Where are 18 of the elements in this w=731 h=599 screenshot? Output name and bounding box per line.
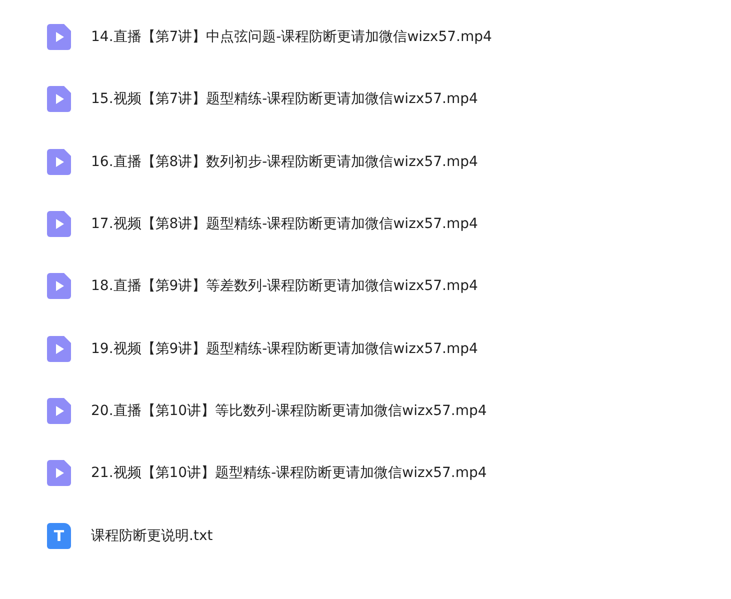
file-name[interactable]: 课程防断更说明.txt — [91, 526, 213, 545]
video-file-icon — [47, 336, 71, 362]
file-name[interactable]: 20.直播【第10讲】等比数列-课程防断更请加微信wizx57.mp4 — [91, 402, 487, 420]
file-name[interactable]: 21.视频【第10讲】题型精练-课程防断更请加微信wizx57.mp4 — [91, 464, 487, 482]
video-file-icon — [47, 460, 71, 486]
video-file-icon — [47, 24, 71, 50]
file-name[interactable]: 14.直播【第7讲】中点弦问题-课程防断更请加微信wizx57.mp4 — [91, 28, 492, 46]
file-name[interactable]: 18.直播【第9讲】等差数列-课程防断更请加微信wizx57.mp4 — [91, 277, 478, 296]
video-file-icon — [47, 86, 71, 112]
file-name[interactable]: 15.视频【第7讲】题型精练-课程防断更请加微信wizx57.mp4 — [91, 90, 478, 108]
file-name[interactable]: 17.视频【第8讲】题型精练-课程防断更请加微信wizx57.mp4 — [91, 215, 478, 234]
video-file-icon — [47, 148, 71, 175]
video-file-icon — [47, 398, 71, 424]
video-file-icon — [47, 273, 71, 300]
video-file-icon — [47, 211, 71, 238]
text-file-icon: T — [47, 522, 71, 549]
file-name[interactable]: 19.视频【第9讲】题型精练-课程防断更请加微信wizx57.mp4 — [91, 340, 478, 358]
file-name[interactable]: 16.直播【第8讲】数列初步-课程防断更请加微信wizx57.mp4 — [91, 152, 478, 171]
